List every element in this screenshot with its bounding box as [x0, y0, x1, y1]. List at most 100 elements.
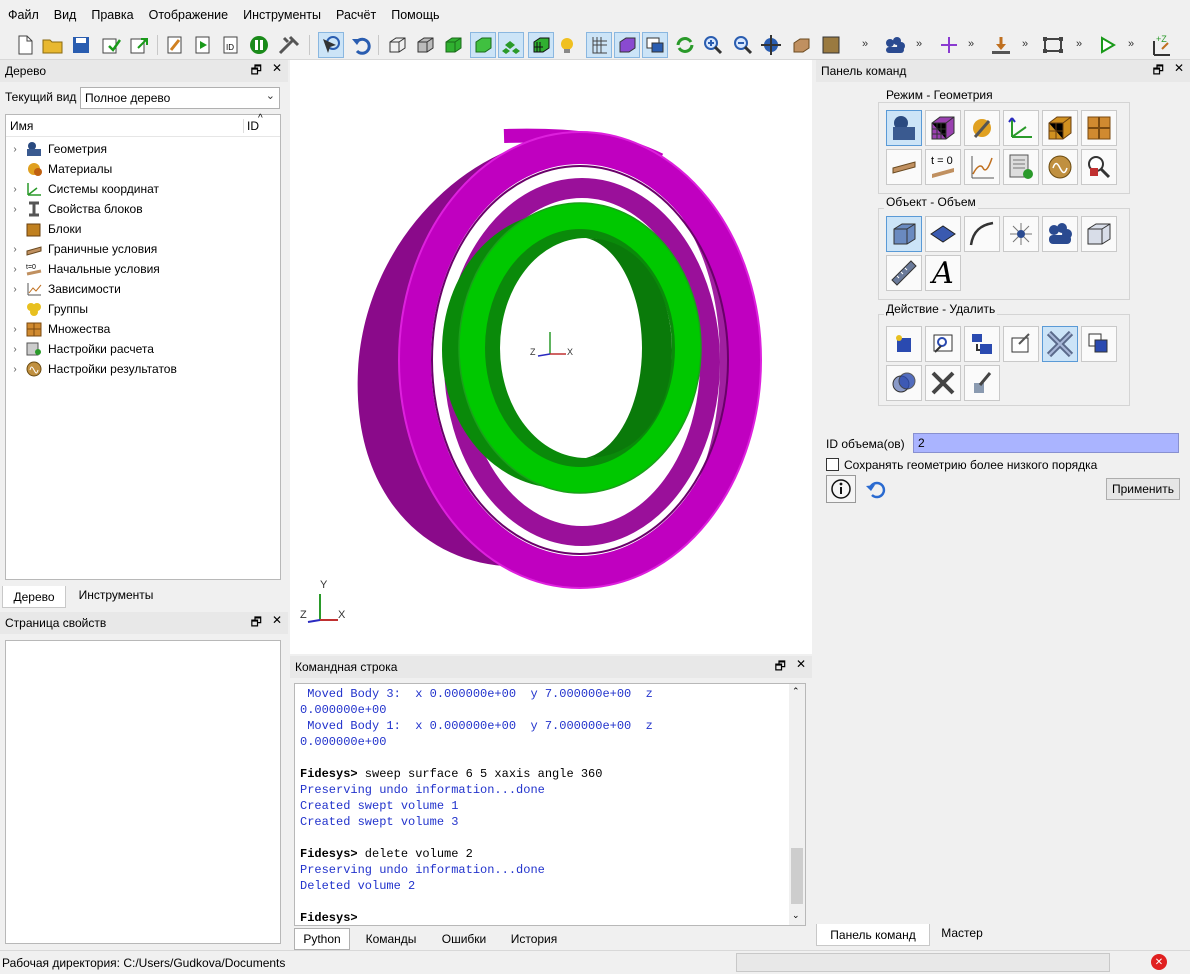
- initial-mode-icon[interactable]: t = 0: [925, 149, 961, 185]
- new-file-icon[interactable]: [12, 32, 38, 58]
- volumes-icon[interactable]: [498, 32, 524, 58]
- close-icon[interactable]: ✕: [796, 657, 806, 678]
- expand-icon[interactable]: ›: [6, 144, 24, 155]
- load-icon[interactable]: [988, 32, 1014, 58]
- run-script-icon[interactable]: [190, 32, 216, 58]
- boundary-mode-icon[interactable]: [886, 149, 922, 185]
- tree-item-dependencies[interactable]: › Зависимости: [6, 279, 280, 299]
- float-icon[interactable]: 🗗: [251, 613, 262, 634]
- info-button[interactable]: [826, 475, 856, 503]
- scrollbar[interactable]: ⌃ ⌄: [789, 684, 805, 925]
- delete-action-icon[interactable]: [1042, 326, 1078, 362]
- menu-view[interactable]: Вид: [54, 8, 77, 22]
- frame-icon[interactable]: [1040, 32, 1066, 58]
- menu-display[interactable]: Отображение: [149, 8, 228, 22]
- inspect-mode-icon[interactable]: [1081, 149, 1117, 185]
- surface-object-icon[interactable]: [925, 216, 961, 252]
- zoom-in-icon[interactable]: [700, 32, 726, 58]
- expand-icon[interactable]: ›: [6, 264, 24, 275]
- tab-tools[interactable]: Инструменты: [68, 584, 164, 606]
- volume-id-input[interactable]: 2: [913, 433, 1179, 453]
- scroll-up-icon[interactable]: ⌃: [792, 686, 800, 697]
- scroll-down-icon[interactable]: ⌄: [792, 910, 800, 921]
- tree-item-materials[interactable]: Материалы: [6, 159, 280, 179]
- expand-icon[interactable]: ›: [6, 344, 24, 355]
- curve-object-icon[interactable]: [964, 216, 1000, 252]
- tab-command-panel[interactable]: Панель команд: [816, 924, 930, 946]
- measure-object-icon[interactable]: [886, 255, 922, 291]
- refresh-icon[interactable]: [672, 32, 698, 58]
- viewport-3d[interactable]: Z X Y X Z: [290, 60, 812, 654]
- blocks-mode-icon[interactable]: [1042, 110, 1078, 146]
- modify-action-icon[interactable]: [925, 326, 961, 362]
- edit-script-icon[interactable]: [162, 32, 188, 58]
- tab-wizard[interactable]: Мастер: [932, 922, 992, 944]
- results-mode-icon[interactable]: [1042, 149, 1078, 185]
- cut-action-icon[interactable]: [925, 365, 961, 401]
- groups-icon[interactable]: [882, 32, 908, 58]
- close-icon[interactable]: ✕: [272, 613, 282, 634]
- scroll-thumb[interactable]: [791, 848, 803, 904]
- dependency-mode-icon[interactable]: [964, 149, 1000, 185]
- background-icon[interactable]: [818, 32, 844, 58]
- crosshair-icon[interactable]: [936, 32, 962, 58]
- keep-lower-order-checkbox[interactable]: [826, 458, 839, 471]
- axis-z-icon[interactable]: +Z: [1148, 32, 1174, 58]
- float-icon[interactable]: 🗗: [775, 657, 786, 678]
- zoom-out-icon[interactable]: [730, 32, 756, 58]
- coord-mode-icon[interactable]: [1003, 110, 1039, 146]
- menu-edit[interactable]: Правка: [91, 8, 133, 22]
- tab-tree[interactable]: Дерево: [2, 586, 66, 608]
- expand-icon[interactable]: ›: [6, 184, 24, 195]
- float-icon[interactable]: 🗗: [251, 61, 262, 82]
- group-object-icon[interactable]: [1042, 216, 1078, 252]
- create-action-icon[interactable]: [886, 326, 922, 362]
- wireframe-icon[interactable]: [384, 32, 410, 58]
- boolean-action-icon[interactable]: [886, 365, 922, 401]
- sets-mode-icon[interactable]: [1081, 110, 1117, 146]
- tab-errors[interactable]: Ошибки: [434, 928, 494, 950]
- material-mode-icon[interactable]: [964, 110, 1000, 146]
- tree-item-boundary[interactable]: › Граничные условия: [6, 239, 280, 259]
- vertex-object-icon[interactable]: [1003, 216, 1039, 252]
- mesh-mode-icon[interactable]: [925, 110, 961, 146]
- box-icon[interactable]: [788, 32, 814, 58]
- smooth-shade-icon[interactable]: [470, 32, 496, 58]
- tab-history[interactable]: История: [502, 928, 566, 950]
- close-icon[interactable]: ✕: [272, 61, 282, 82]
- run-icon[interactable]: [1094, 32, 1120, 58]
- tree-item-groups[interactable]: Группы: [6, 299, 280, 319]
- open-folder-icon[interactable]: [40, 32, 66, 58]
- window-icon[interactable]: [642, 32, 668, 58]
- col-name[interactable]: Имя: [6, 119, 33, 133]
- calc-mode-icon[interactable]: [1003, 149, 1039, 185]
- expand-icon[interactable]: ›: [6, 284, 24, 295]
- close-icon[interactable]: ✕: [1174, 61, 1184, 82]
- current-view-select[interactable]: Полное дерево ⌄: [80, 87, 280, 109]
- tree-item-results[interactable]: › Настройки результатов: [6, 359, 280, 379]
- menu-file[interactable]: Файл: [8, 8, 39, 22]
- tab-commands[interactable]: Команды: [356, 928, 426, 950]
- select-mode-icon[interactable]: [318, 32, 344, 58]
- error-icon[interactable]: ✕: [1151, 954, 1167, 970]
- float-icon[interactable]: 🗗: [1153, 61, 1164, 82]
- pause-icon[interactable]: [246, 32, 272, 58]
- apply-button[interactable]: Применить: [1106, 478, 1180, 500]
- fit-view-icon[interactable]: [758, 32, 784, 58]
- tree-item-coord-systems[interactable]: › Системы координат: [6, 179, 280, 199]
- body-object-icon[interactable]: [1081, 216, 1117, 252]
- shaded-icon[interactable]: [440, 32, 466, 58]
- undo-icon[interactable]: [348, 32, 374, 58]
- transform-action-icon[interactable]: [964, 326, 1000, 362]
- tree-item-initial[interactable]: › t=0 Начальные условия: [6, 259, 280, 279]
- geometry-mode-icon[interactable]: [886, 110, 922, 146]
- expand-icon[interactable]: ›: [6, 364, 24, 375]
- id-icon[interactable]: ID: [218, 32, 244, 58]
- volume-object-icon[interactable]: [886, 216, 922, 252]
- tab-python[interactable]: Python: [294, 928, 350, 950]
- hidden-line-icon[interactable]: [412, 32, 438, 58]
- tree-item-block-props[interactable]: › Свойства блоков: [6, 199, 280, 219]
- menu-help[interactable]: Помощь: [391, 8, 439, 22]
- perspective-icon[interactable]: [614, 32, 640, 58]
- axes-grid-icon[interactable]: [586, 32, 612, 58]
